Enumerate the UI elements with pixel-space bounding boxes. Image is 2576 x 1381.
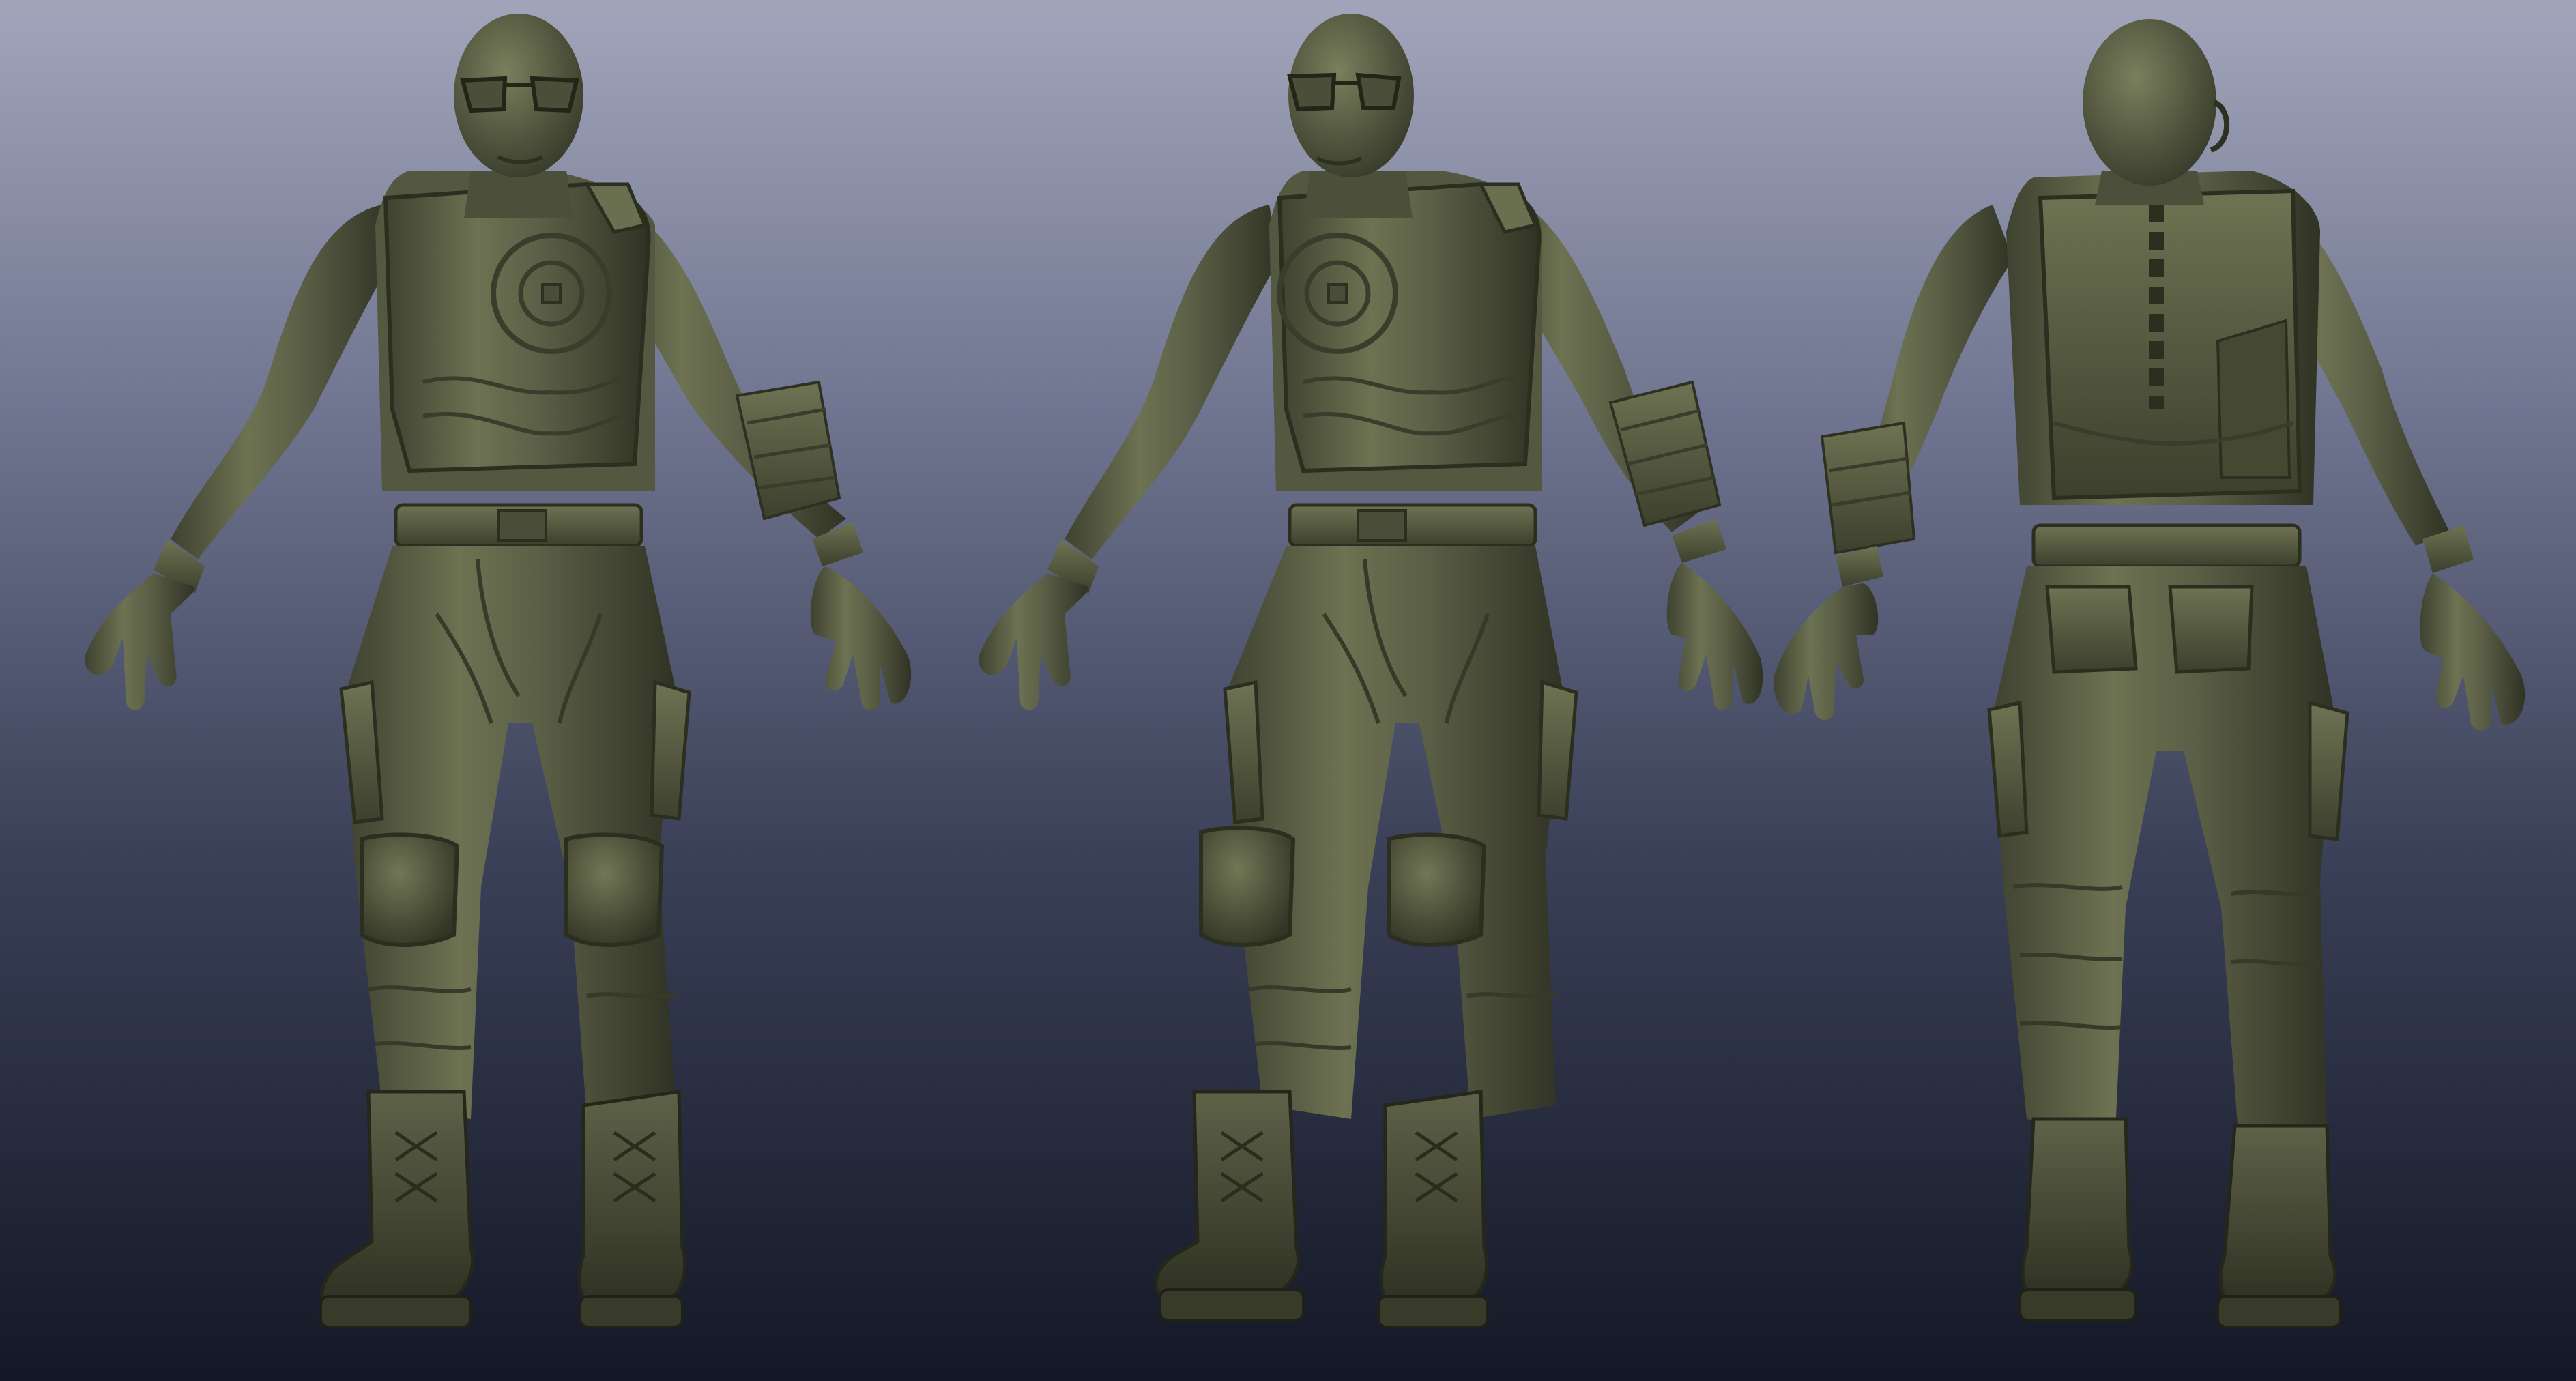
figure-back-view <box>1733 0 2576 1381</box>
boots <box>1154 1090 1489 1328</box>
render-viewport <box>0 0 2576 1381</box>
figure-three-quarter-view <box>880 0 1788 1381</box>
torso <box>1269 171 1542 548</box>
head <box>454 14 583 218</box>
arm-left <box>85 205 392 710</box>
torso <box>2006 171 2320 568</box>
arm-left <box>1774 205 2013 721</box>
legs <box>1199 546 1578 1119</box>
boots <box>2018 1117 2342 1328</box>
legs <box>1987 566 2349 1133</box>
figure-front-view <box>0 0 955 1381</box>
legs <box>339 546 691 1119</box>
boots <box>319 1090 687 1328</box>
torso <box>375 171 655 548</box>
arm-left <box>979 205 1279 710</box>
